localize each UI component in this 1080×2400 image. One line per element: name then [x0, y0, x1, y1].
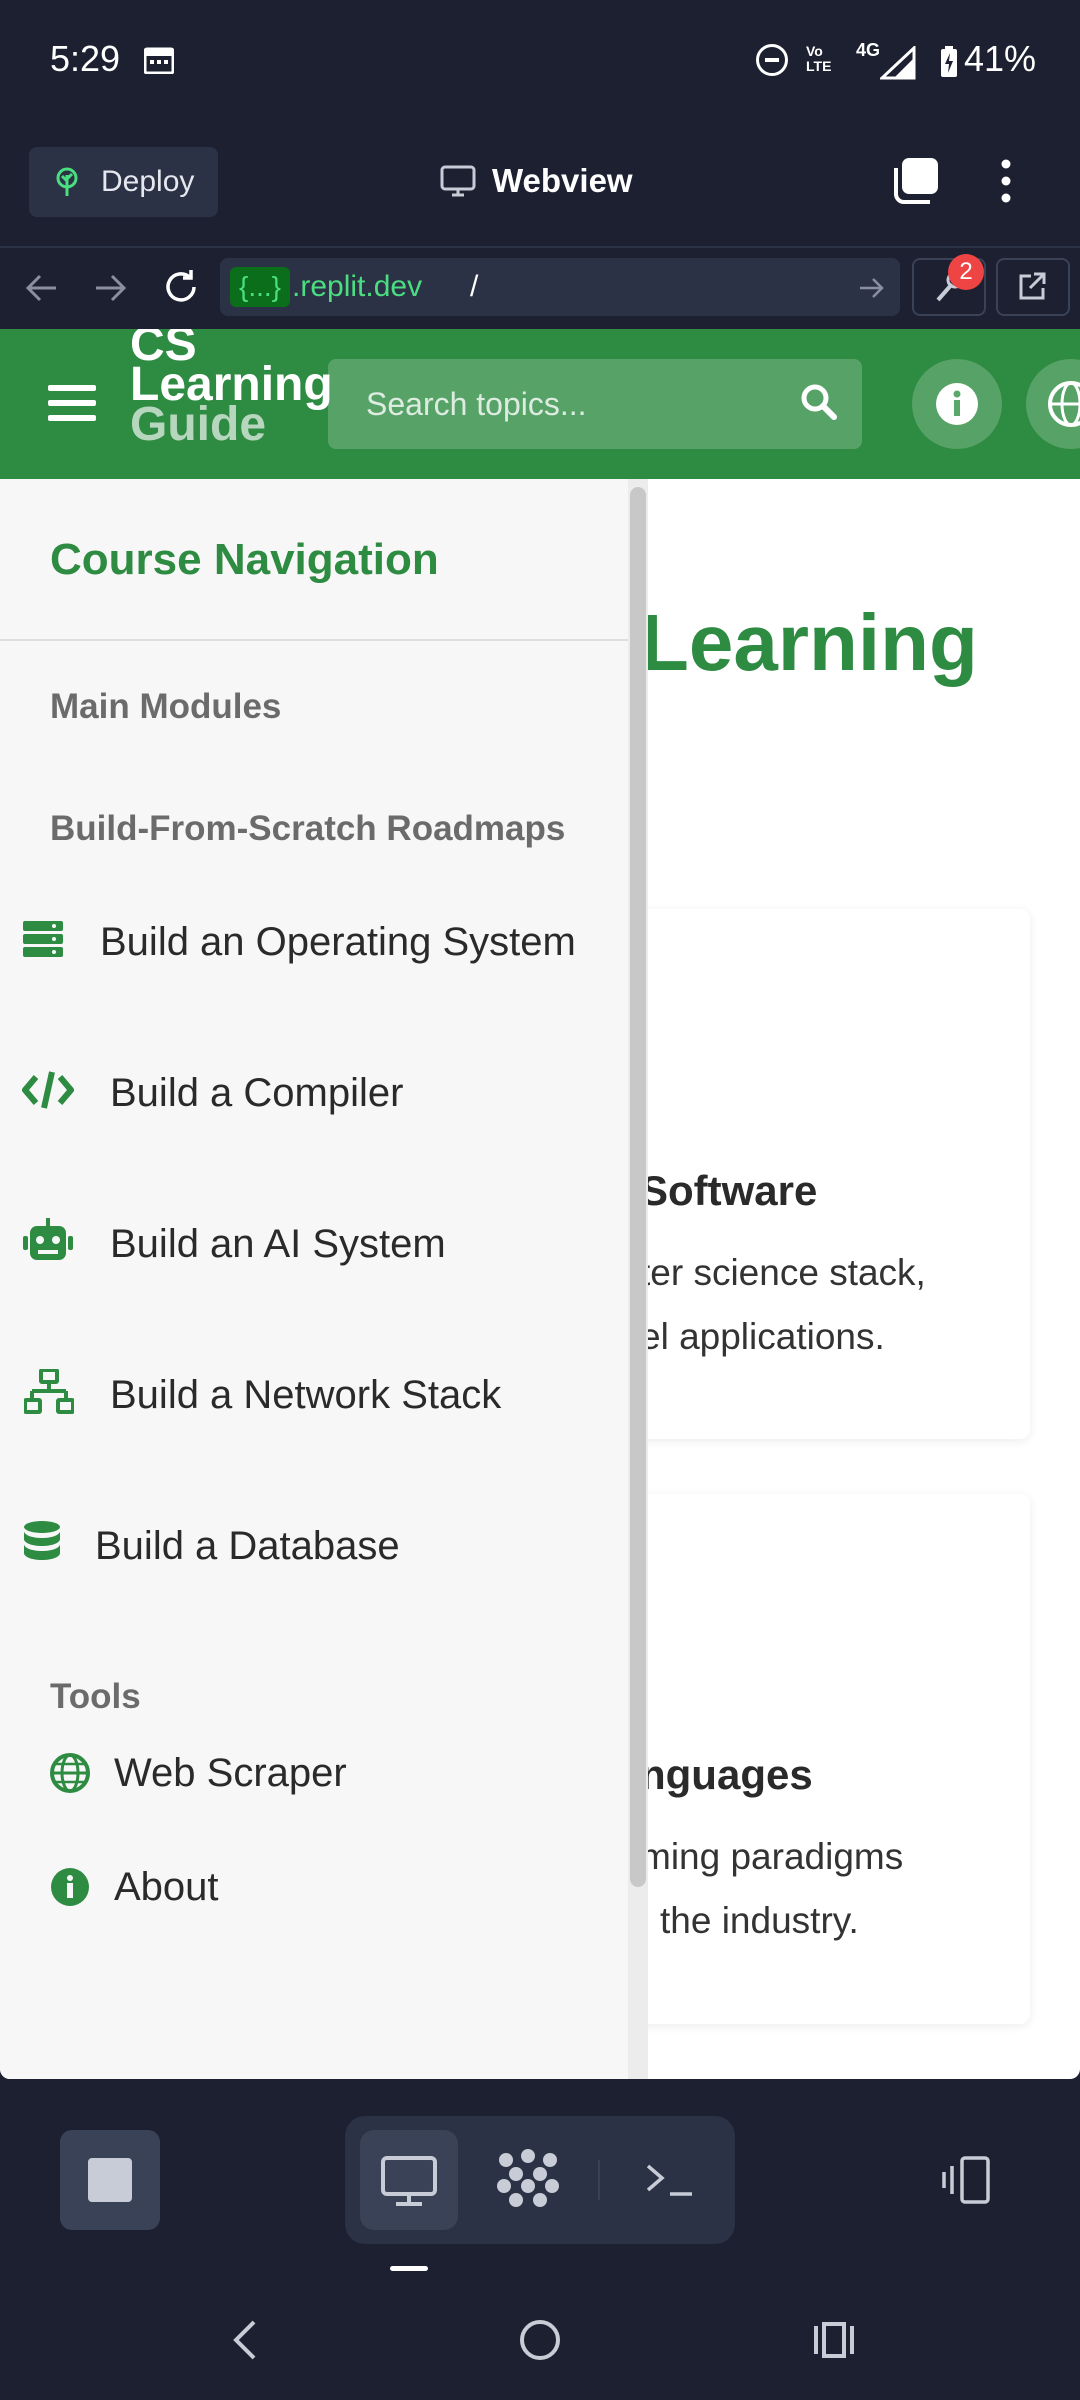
hamburger-menu-icon[interactable] [48, 383, 96, 423]
globe-icon [1048, 381, 1080, 427]
monitor-icon [440, 165, 476, 197]
search-placeholder: Search topics... [366, 386, 587, 422]
nav-item-operating-system[interactable]: Build an Operating System [0, 892, 628, 992]
webview-title: Webview [440, 155, 633, 207]
battery-icon [941, 46, 957, 77]
section-tools-heading: Tools [50, 1677, 141, 1716]
webview-tab[interactable] [360, 2130, 458, 2230]
url-domain: .replit.dev [292, 270, 423, 303]
stop-icon [88, 2158, 132, 2202]
nav-item-label: About [114, 1865, 219, 1909]
nav-item-network-stack[interactable]: Build a Network Stack [0, 1345, 628, 1445]
globe-icon [50, 1753, 90, 1793]
url-path: / [470, 270, 479, 303]
nav-item-label: Build a Database [95, 1524, 400, 1568]
info-icon [936, 383, 978, 425]
do-not-disturb-icon [756, 44, 788, 76]
info-button[interactable] [912, 359, 1002, 449]
server-icon [23, 921, 63, 957]
nav-back-icon[interactable] [226, 2318, 262, 2362]
card-text: the industry. [660, 1900, 859, 1941]
section-main-modules[interactable]: Main Modules [50, 687, 281, 727]
external-link-icon [1019, 272, 1046, 300]
battery-percent: 41% [964, 38, 1037, 79]
search-icon[interactable] [800, 383, 838, 421]
nav-item-about[interactable]: About [0, 1837, 628, 1937]
nav-item-web-scraper[interactable]: Web Scraper [0, 1723, 628, 1823]
divider [598, 2160, 600, 2200]
shell-icon[interactable] [640, 2156, 700, 2204]
database-icon [24, 1521, 60, 1560]
deploy-label: Deploy [101, 165, 195, 198]
card-title: Software [640, 1167, 818, 1214]
network-icon [24, 1369, 74, 1414]
nav-item-ai-system[interactable]: Build an AI System [0, 1194, 628, 1294]
back-arrow-icon[interactable] [22, 270, 62, 306]
notification-badge: 2 [948, 254, 984, 290]
deploy-icon [56, 167, 78, 196]
webview-title-label: Webview [492, 162, 633, 199]
open-external-button[interactable] [996, 258, 1070, 316]
network-type: 4G [856, 40, 881, 60]
card-text: el applications. [640, 1316, 885, 1357]
info-icon [51, 1868, 89, 1906]
active-tab-indicator [390, 2266, 428, 2271]
nav-item-label: Build an AI System [110, 1222, 446, 1266]
site-title-bottom: Guide [130, 398, 267, 451]
nav-item-label: Build an Operating System [100, 920, 576, 964]
card-text: ming paradigms [640, 1836, 904, 1877]
workspace-icon[interactable] [496, 2148, 560, 2212]
robot-icon [23, 1218, 73, 1260]
status-time: 5:29 [50, 38, 121, 79]
page-heading: Learning [640, 598, 978, 687]
url-badge: {...} [230, 267, 290, 307]
nav-home-icon[interactable] [518, 2318, 562, 2362]
nav-item-label: Build a Network Stack [110, 1373, 502, 1417]
monitor-icon [381, 2156, 437, 2206]
split-view-icon[interactable] [940, 2154, 1000, 2206]
deploy-button[interactable]: Deploy [29, 147, 218, 217]
nav-item-label: Web Scraper [114, 1751, 347, 1795]
signal-icon [880, 46, 916, 80]
code-icon [22, 1071, 74, 1109]
calendar-icon [144, 47, 174, 74]
nav-item-database[interactable]: Build a Database [0, 1496, 628, 1596]
drawer-scrollbar-thumb[interactable] [630, 487, 646, 1887]
go-arrow-icon[interactable] [856, 274, 886, 302]
reload-icon[interactable] [160, 266, 202, 308]
more-options-icon[interactable] [990, 156, 1022, 206]
nav-item-label: Build a Compiler [110, 1071, 404, 1115]
divider [0, 639, 628, 641]
webview-content: Learning Software ter science stack, el … [0, 329, 1080, 2079]
section-roadmaps-heading: Build-From-Scratch Roadmaps [50, 809, 566, 848]
card-text: ter science stack, [640, 1252, 926, 1293]
language-button[interactable] [1026, 359, 1080, 449]
drawer-title: Course Navigation [50, 535, 439, 584]
card-title: nguages [640, 1751, 813, 1798]
forward-arrow-icon[interactable] [90, 270, 130, 306]
volte-indicator: Vo LTE [806, 43, 832, 74]
nav-recents-icon[interactable] [812, 2320, 856, 2360]
nav-item-compiler[interactable]: Build a Compiler [0, 1043, 628, 1143]
tabs-icon[interactable] [890, 156, 942, 206]
